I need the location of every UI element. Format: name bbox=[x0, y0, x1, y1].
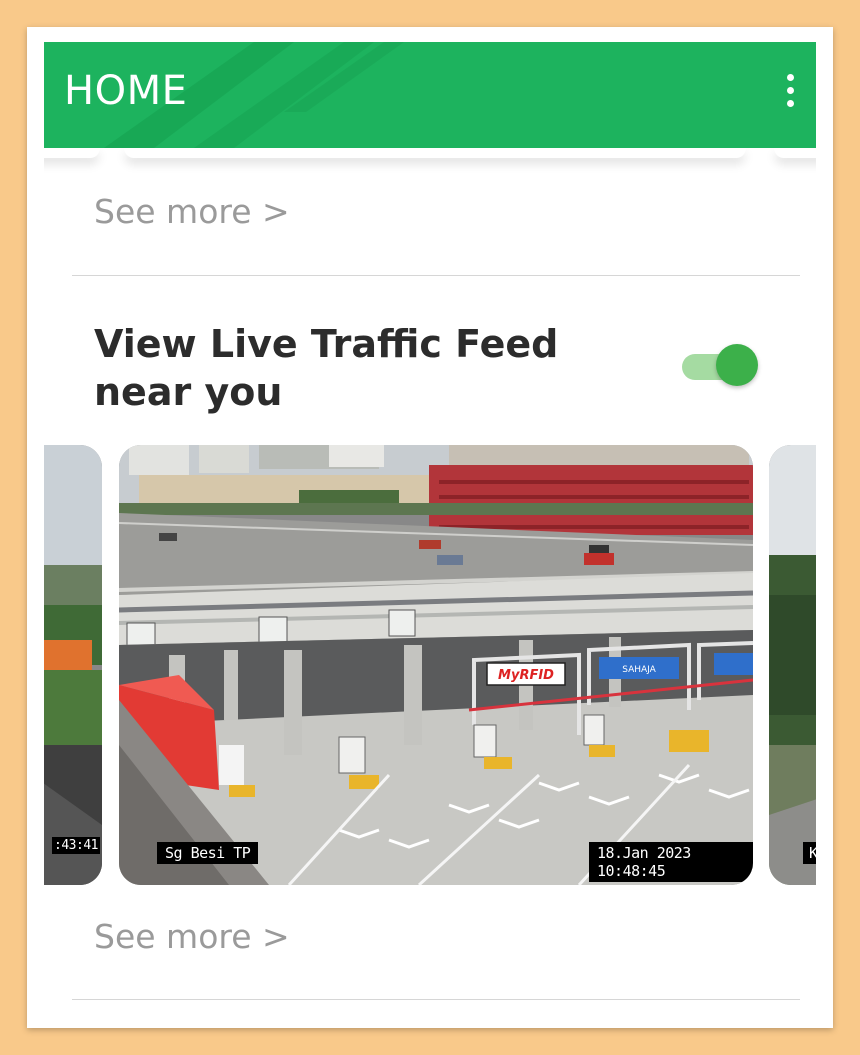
section-title: View Live Traffic Feed near you bbox=[94, 322, 559, 414]
lane-sign: SAHAJA bbox=[622, 665, 656, 675]
camera-location-label: Sg Besi TP bbox=[157, 842, 259, 864]
toggle-knob bbox=[716, 344, 758, 386]
see-more-link[interactable]: See more > bbox=[94, 917, 290, 956]
previous-card-left[interactable] bbox=[44, 148, 100, 158]
previous-card-right[interactable] bbox=[774, 148, 816, 158]
camera-timestamp: :43:41 bbox=[52, 837, 100, 854]
page-title: HOME bbox=[64, 68, 188, 114]
camera-location-label: K bbox=[803, 842, 816, 864]
app-screen: HOME See more > View Live Traffic Feed n… bbox=[44, 42, 816, 1012]
previous-card-center[interactable] bbox=[124, 148, 746, 158]
section-divider bbox=[72, 999, 800, 1000]
camera-card-sg-besi[interactable]: MyRFID SAHAJA Sg Besi TP 18.Jan 2023 10:… bbox=[119, 445, 753, 885]
camera-image-right bbox=[769, 445, 816, 885]
camera-image-sg-besi: MyRFID SAHAJA bbox=[119, 445, 753, 885]
more-vert-icon[interactable] bbox=[778, 70, 802, 110]
see-more-link[interactable]: See more > bbox=[94, 192, 290, 231]
camera-card-right[interactable]: K bbox=[769, 445, 816, 885]
camera-timestamp: 18.Jan 2023 10:48:45 bbox=[589, 842, 753, 882]
app-bar: HOME bbox=[44, 42, 816, 148]
live-feed-toggle[interactable] bbox=[680, 344, 760, 388]
myrfid-sign: MyRFID bbox=[498, 668, 554, 683]
camera-image-left bbox=[44, 445, 102, 885]
camera-card-left[interactable]: :43:41 bbox=[44, 445, 102, 885]
traffic-camera-carousel[interactable]: :43:41 MyRFID SAHAJA Sg Besi TP 18.Jan 2… bbox=[44, 445, 816, 885]
section-divider bbox=[72, 275, 800, 276]
